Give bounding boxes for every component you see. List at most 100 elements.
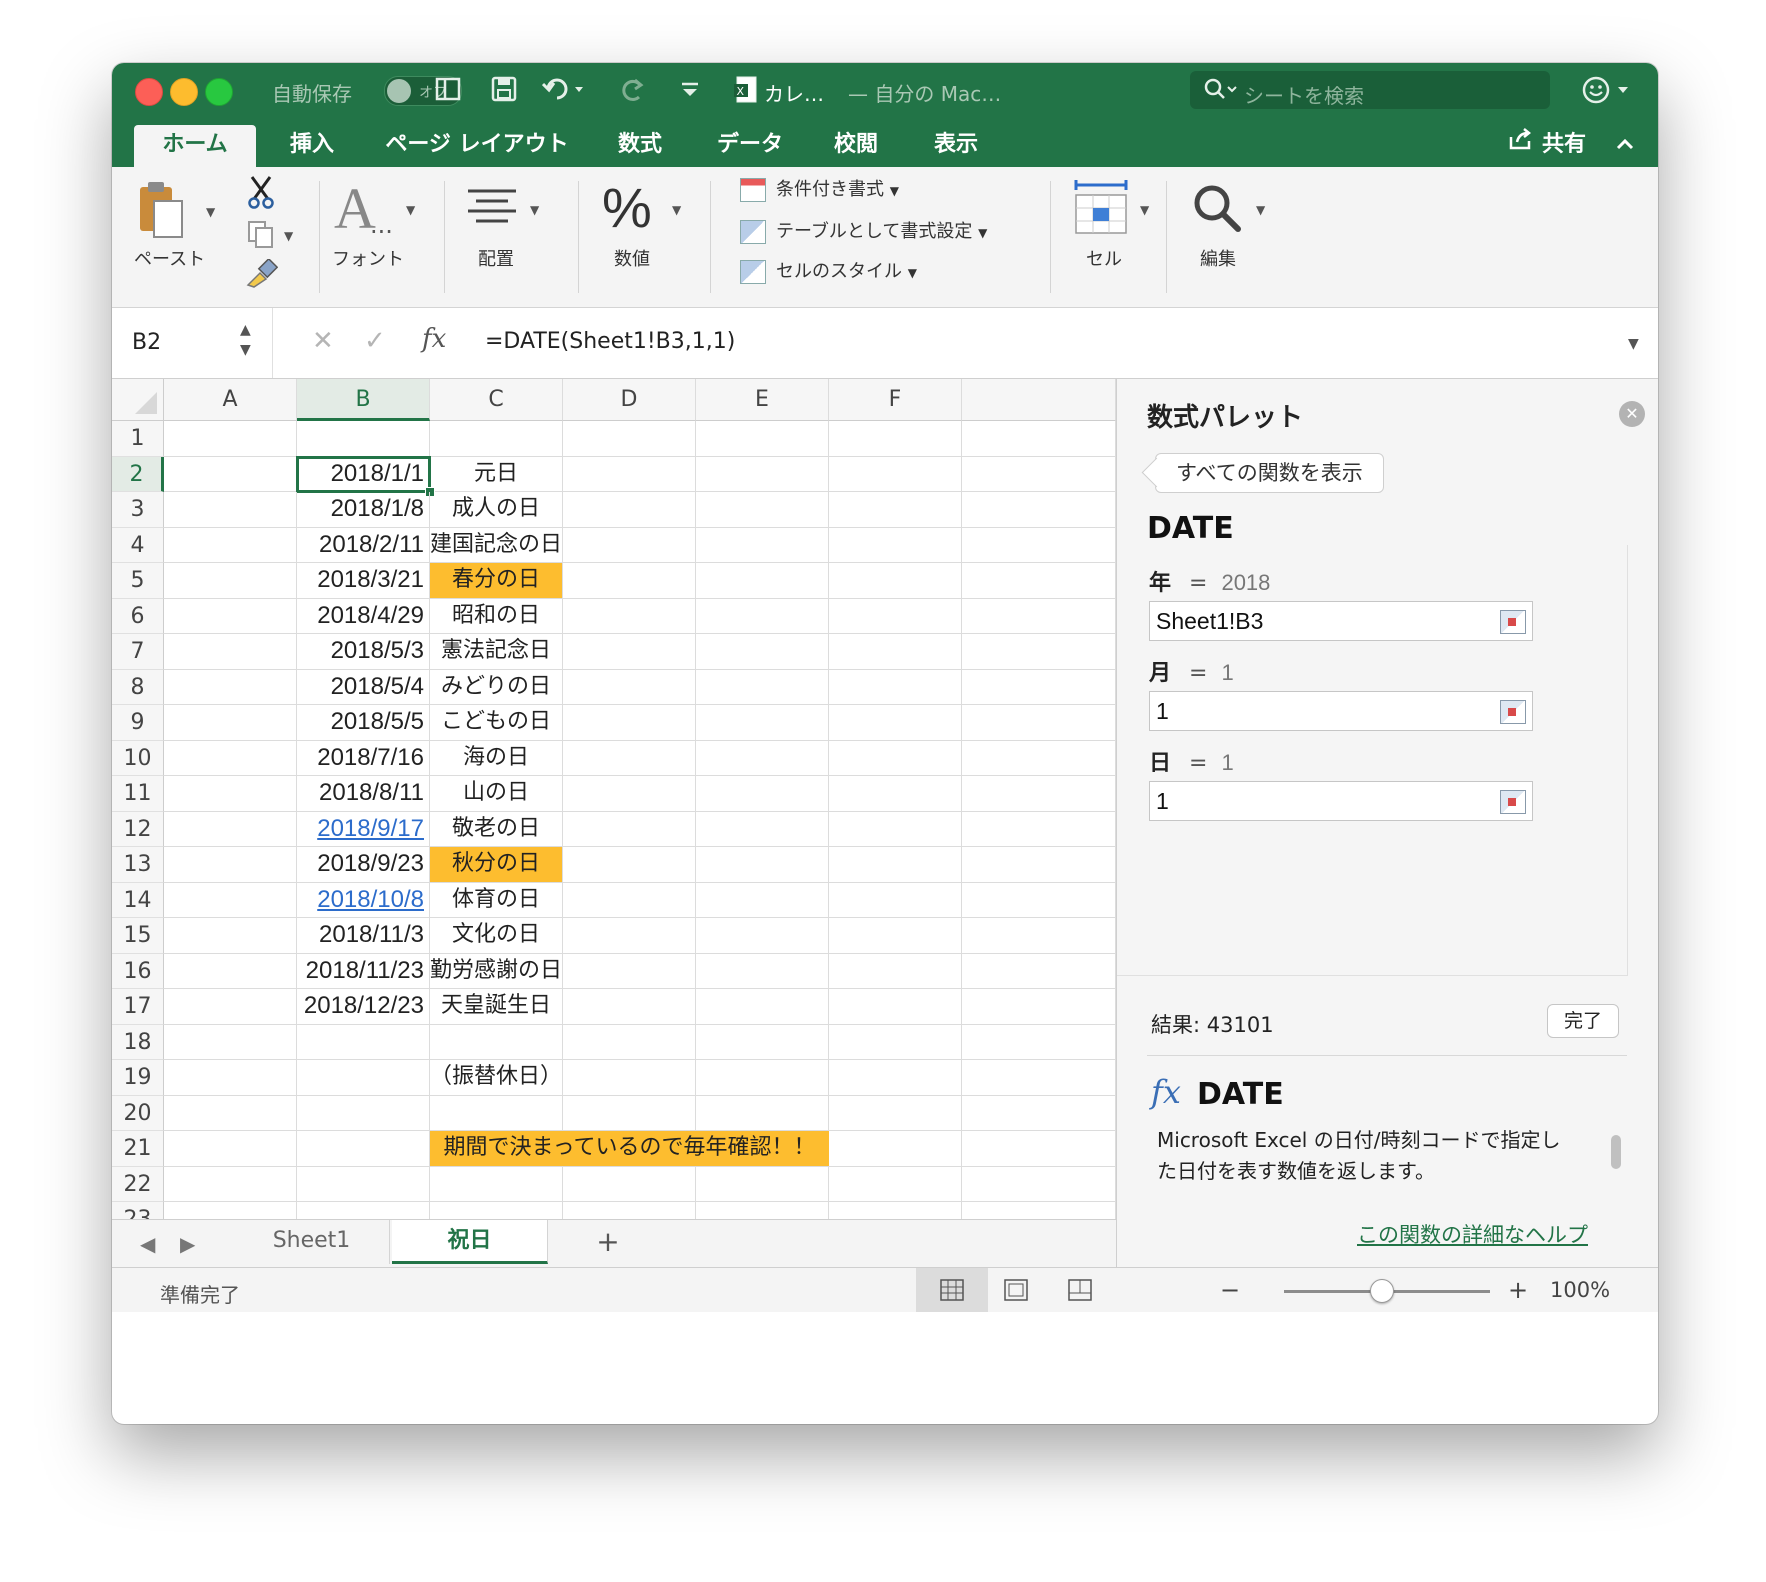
holiday-name-cell[interactable]: （振替休日） <box>430 1060 563 1096</box>
cell-f[interactable] <box>829 634 962 670</box>
cell-e[interactable] <box>696 740 829 776</box>
cell-e[interactable] <box>696 918 829 954</box>
cell-d[interactable] <box>563 669 696 705</box>
cell-d[interactable] <box>563 1095 696 1131</box>
align-dropdown-icon[interactable]: ▼ <box>530 203 539 217</box>
cell-f[interactable] <box>829 1060 962 1096</box>
holiday-name-cell[interactable] <box>430 1166 563 1202</box>
date-cell[interactable] <box>297 1202 430 1219</box>
font-group[interactable]: A ... ▼ フォント <box>322 167 432 307</box>
cell-d[interactable] <box>563 740 696 776</box>
tab-page-layout[interactable]: ページ レイアウト <box>374 125 580 167</box>
cell-a[interactable] <box>164 918 297 954</box>
row-header[interactable]: 14 <box>112 882 164 918</box>
cell-f[interactable] <box>829 563 962 599</box>
cell-a[interactable] <box>164 811 297 847</box>
cell-e[interactable] <box>696 456 829 492</box>
cell-a[interactable] <box>164 421 297 457</box>
number-group[interactable]: % ▼ 数値 <box>584 167 694 307</box>
range-picker-icon[interactable] <box>1500 790 1526 814</box>
date-cell[interactable]: 2018/11/23 <box>297 953 430 989</box>
row-header[interactable]: 15 <box>112 918 164 954</box>
holiday-name-cell[interactable]: 勤労感謝の日 <box>430 953 563 989</box>
date-cell[interactable]: 2018/7/16 <box>297 740 430 776</box>
cell-e[interactable] <box>696 1060 829 1096</box>
font-dropdown-icon[interactable]: ▼ <box>406 203 415 217</box>
column-header-d[interactable]: D <box>563 379 696 421</box>
function-help-link[interactable]: この関数の詳細なヘルプ <box>1357 1219 1588 1249</box>
holiday-name-cell[interactable]: 春分の日 <box>430 563 563 599</box>
cell-e[interactable] <box>696 634 829 670</box>
page-break-view-icon[interactable] <box>1044 1268 1116 1312</box>
cells-dropdown-icon[interactable]: ▼ <box>1140 203 1149 217</box>
row-header[interactable]: 19 <box>112 1060 164 1096</box>
cell-a[interactable] <box>164 776 297 812</box>
cell-a[interactable] <box>164 563 297 599</box>
cell-e[interactable] <box>696 705 829 741</box>
cell-f[interactable] <box>829 598 962 634</box>
cell-a[interactable] <box>164 669 297 705</box>
cut-icon[interactable] <box>246 175 276 213</box>
row-header[interactable]: 21 <box>112 1131 164 1167</box>
row-header[interactable]: 22 <box>112 1166 164 1202</box>
alignment-group[interactable]: ▼ 配置 <box>450 167 560 307</box>
cell-f[interactable] <box>829 492 962 528</box>
cell-a[interactable] <box>164 1166 297 1202</box>
cell-f[interactable] <box>829 811 962 847</box>
tab-insert[interactable]: 挿入 <box>260 125 364 167</box>
row-header[interactable]: 20 <box>112 1095 164 1131</box>
prev-sheet-icon[interactable]: ◀ <box>140 1232 155 1256</box>
cell-d[interactable] <box>563 953 696 989</box>
cell-d[interactable] <box>563 1166 696 1202</box>
close-window-button[interactable] <box>135 78 163 106</box>
holiday-name-cell[interactable] <box>430 421 563 457</box>
cell-e[interactable] <box>696 527 829 563</box>
cell-f[interactable] <box>829 1024 962 1060</box>
holiday-name-cell[interactable] <box>430 1024 563 1060</box>
format-painter-icon[interactable] <box>244 257 279 293</box>
cell-f[interactable] <box>829 776 962 812</box>
cell-f[interactable] <box>829 669 962 705</box>
cell-a[interactable] <box>164 705 297 741</box>
share-button[interactable]: 共有 <box>1492 125 1602 167</box>
holiday-name-cell[interactable]: 昭和の日 <box>430 598 563 634</box>
next-sheet-icon[interactable]: ▶ <box>180 1232 195 1256</box>
minimize-window-button[interactable] <box>170 78 198 106</box>
date-cell[interactable]: 2018/2/11 <box>297 527 430 563</box>
cell-e[interactable] <box>696 563 829 599</box>
cancel-edit-icon[interactable]: ✕ <box>312 326 334 356</box>
date-cell[interactable] <box>297 1166 430 1202</box>
cell-d[interactable] <box>563 598 696 634</box>
formula-input[interactable]: =DATE(Sheet1!B3,1,1) <box>485 329 735 354</box>
column-header-e[interactable]: E <box>696 379 829 421</box>
date-cell[interactable]: 2018/3/21 <box>297 563 430 599</box>
save-icon[interactable] <box>490 75 518 110</box>
cell-f[interactable] <box>829 1166 962 1202</box>
cell-d[interactable] <box>563 1060 696 1096</box>
date-cell[interactable] <box>297 1131 430 1167</box>
cell-d[interactable] <box>563 1202 696 1219</box>
date-cell[interactable]: 2018/1/1 <box>296 455 431 493</box>
row-header[interactable]: 7 <box>112 634 164 670</box>
cell-e[interactable] <box>696 989 829 1025</box>
cell-f[interactable] <box>829 882 962 918</box>
holiday-name-cell[interactable]: 秋分の日 <box>430 847 563 883</box>
holiday-name-cell[interactable] <box>430 1202 563 1219</box>
row-header[interactable]: 12 <box>112 811 164 847</box>
cell-a[interactable] <box>164 1131 297 1167</box>
select-all-corner[interactable] <box>112 379 164 421</box>
collapse-ribbon-icon[interactable] <box>1610 125 1640 167</box>
cell-a[interactable] <box>164 1060 297 1096</box>
arg-year-input[interactable]: Sheet1!B3 <box>1149 601 1533 641</box>
holiday-name-cell[interactable]: 海の日 <box>430 740 563 776</box>
holiday-name-cell[interactable]: 体育の日 <box>430 882 563 918</box>
cell-e[interactable] <box>696 882 829 918</box>
row-header[interactable]: 10 <box>112 740 164 776</box>
cell-f[interactable] <box>829 918 962 954</box>
copy-icon[interactable] <box>246 219 276 253</box>
column-header-a[interactable]: A <box>164 379 297 421</box>
cells-group[interactable]: ▼ セル <box>1056 167 1166 307</box>
cell-a[interactable] <box>164 1024 297 1060</box>
row-header[interactable]: 2 <box>112 456 164 492</box>
cell-e[interactable] <box>696 811 829 847</box>
